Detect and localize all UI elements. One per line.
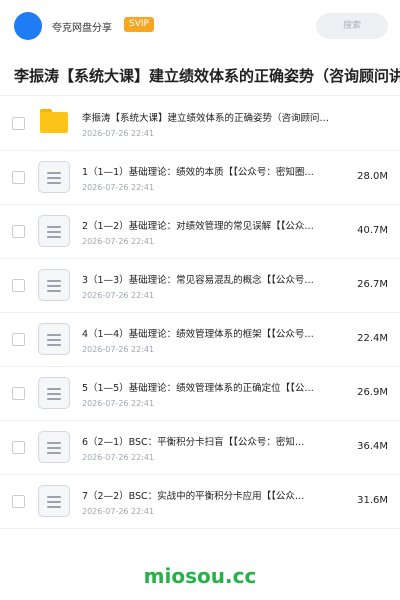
file-date: 2026-07-26 22:41 [82, 183, 155, 192]
file-name: 2（1—2）基础理论：对绩效管理的常见误解【【公众… [82, 221, 314, 232]
file-row[interactable]: 3（1—3）基础理论：常见容易混乱的概念【【公众号… 2026-07-26 22:… [0, 259, 400, 313]
file-name: 3（1—3）基础理论：常见容易混乱的概念【【公众号… [82, 275, 314, 286]
file-date: 2026-07-26 22:41 [82, 399, 155, 408]
row-checkbox[interactable] [12, 441, 25, 454]
row-checkbox[interactable] [12, 225, 25, 238]
file-name: 1（1—1）基础理论：绩效的本质【【公众号：密知圈… [82, 167, 314, 178]
row-checkbox[interactable] [12, 333, 25, 346]
file-size: 40.7M [357, 225, 388, 236]
file-date: 2026-07-26 22:41 [82, 129, 155, 138]
file-size: 28.0M [357, 171, 388, 182]
file-row[interactable]: 李振涛【系统大课】建立绩效体系的正确姿势（咨询顾问… 2026-07-26 22:… [0, 97, 400, 151]
file-name: 7（2—2）BSC：实战中的平衡积分卡应用【【公众… [82, 491, 305, 502]
file-row[interactable]: 7（2—2）BSC：实战中的平衡积分卡应用【【公众… 2026-07-26 22:… [0, 475, 400, 529]
username: 夸克网盘分享 [52, 23, 112, 34]
file-name: 4（1—4）基础理论：绩效管理体系的框架【【公众号… [82, 329, 314, 340]
file-size: 31.6M [357, 495, 388, 506]
header: 夸克网盘分享 SVIP 搜索 [0, 0, 400, 52]
row-checkbox[interactable] [12, 117, 25, 130]
search-placeholder: 搜索 [342, 21, 361, 31]
row-checkbox[interactable] [12, 495, 25, 508]
page-title: 李振涛【系统大课】建立绩效体系的正确姿势（咨询顾问讲 [14, 67, 400, 85]
file-row[interactable]: 5（1—5）基础理论：绩效管理体系的正确定位【【公… 2026-07-26 22:… [0, 367, 400, 421]
watermark: miosou.cc [143, 564, 257, 588]
folder-icon [40, 109, 68, 133]
file-date: 2026-07-26 22:41 [82, 453, 155, 462]
document-icon [38, 377, 70, 409]
svip-badge: SVIP [124, 17, 154, 32]
avatar[interactable] [14, 12, 42, 40]
file-date: 2026-07-26 22:41 [82, 507, 155, 516]
row-checkbox[interactable] [12, 171, 25, 184]
row-checkbox[interactable] [12, 279, 25, 292]
file-size: 22.4M [357, 333, 388, 344]
file-size: 26.7M [357, 279, 388, 290]
document-icon [38, 161, 70, 193]
file-date: 2026-07-26 22:41 [82, 345, 155, 354]
file-size: 26.9M [357, 387, 388, 398]
search-input[interactable]: 搜索 [316, 13, 388, 39]
row-checkbox[interactable] [12, 387, 25, 400]
file-name: 6（2—1）BSC：平衡积分卡扫盲【【公众号：密知… [82, 437, 305, 448]
file-date: 2026-07-26 22:41 [82, 237, 155, 246]
document-icon [38, 269, 70, 301]
document-icon [38, 323, 70, 355]
file-row[interactable]: 6（2—1）BSC：平衡积分卡扫盲【【公众号：密知… 2026-07-26 22:… [0, 421, 400, 475]
document-icon [38, 485, 70, 517]
title-bar: 李振涛【系统大课】建立绩效体系的正确姿势（咨询顾问讲 [0, 56, 400, 96]
file-name: 李振涛【系统大课】建立绩效体系的正确姿势（咨询顾问… [82, 113, 330, 124]
document-icon [38, 215, 70, 247]
file-row[interactable]: 4（1—4）基础理论：绩效管理体系的框架【【公众号… 2026-07-26 22:… [0, 313, 400, 367]
file-date: 2026-07-26 22:41 [82, 291, 155, 300]
file-size: 36.4M [357, 441, 388, 452]
file-row[interactable]: 1（1—1）基础理论：绩效的本质【【公众号：密知圈… 2026-07-26 22:… [0, 151, 400, 205]
document-icon [38, 431, 70, 463]
file-name: 5（1—5）基础理论：绩效管理体系的正确定位【【公… [82, 383, 314, 394]
file-row[interactable]: 2（1—2）基础理论：对绩效管理的常见误解【【公众… 2026-07-26 22:… [0, 205, 400, 259]
